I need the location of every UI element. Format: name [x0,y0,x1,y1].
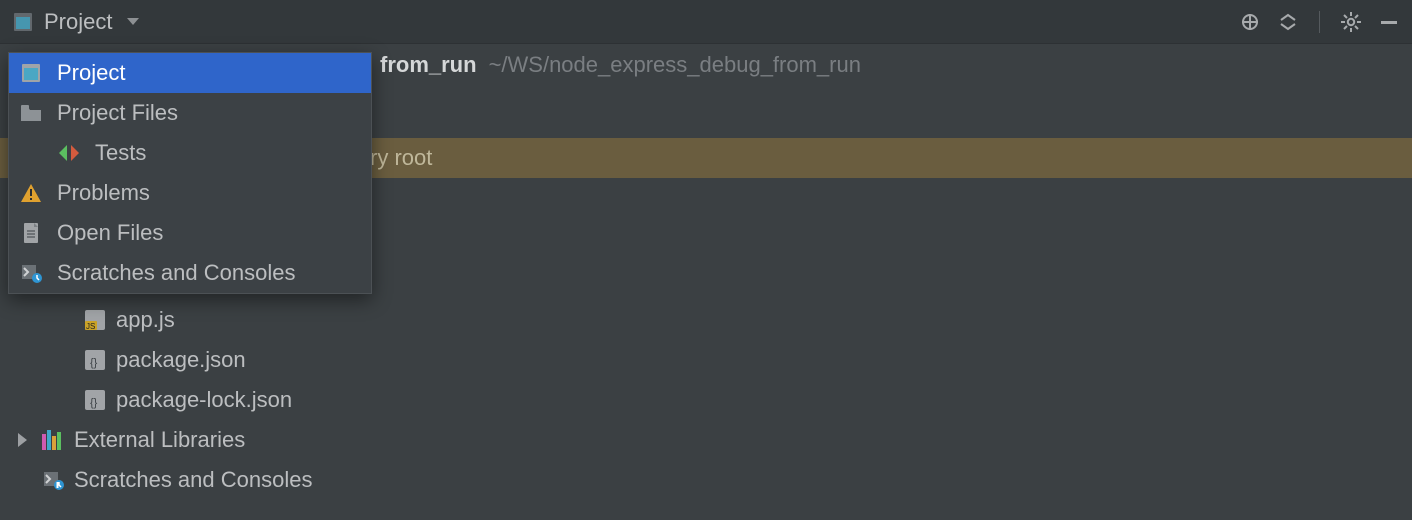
external-libraries-label: External Libraries [74,427,245,453]
dropdown-item-label: Problems [57,180,150,206]
project-path: ~/WS/node_express_debug_from_run [489,52,861,78]
project-tree: JS app.js {} package.json {} package-loc… [0,300,1412,500]
svg-text:{}: {} [90,357,98,369]
file-label: package.json [116,347,246,373]
chevron-down-icon [122,11,144,33]
hide-icon[interactable] [1378,11,1400,33]
collapse-all-icon[interactable] [1277,11,1299,33]
dropdown-item-problems[interactable]: Problems [9,173,371,213]
dropdown-item-label: Scratches and Consoles [57,260,295,286]
tool-window-header: Project [0,0,1412,44]
json-file-icon: {} [84,349,106,371]
file-label: package-lock.json [116,387,292,413]
dropdown-item-label: Open Files [57,220,163,246]
project-window-icon [19,62,43,84]
folder-icon [19,102,43,124]
project-name-suffix: from_run [380,52,477,78]
tests-icon [57,142,81,164]
dropdown-item-scratches[interactable]: Scratches and Consoles [9,253,371,293]
dropdown-item-open-files[interactable]: Open Files [9,213,371,253]
view-select-dropdown: Project Project Files Tests Problems Ope… [8,52,372,294]
view-switcher-label: Project [44,9,112,35]
file-row[interactable]: JS app.js [0,300,1412,340]
dropdown-item-label: Project [57,60,125,86]
file-label: app.js [116,307,175,333]
divider [1319,11,1320,33]
library-root-text: ry root [370,145,432,171]
scratches-row[interactable]: Scratches and Consoles [0,460,1412,500]
dropdown-item-label: Tests [95,140,146,166]
json-file-icon: {} [84,389,106,411]
file-row[interactable]: {} package.json [0,340,1412,380]
dropdown-item-label: Project Files [57,100,178,126]
project-window-icon [12,11,34,33]
dropdown-item-project-files[interactable]: Project Files [9,93,371,133]
scratches-icon [19,262,43,284]
gear-icon[interactable] [1340,11,1362,33]
file-row[interactable]: {} package-lock.json [0,380,1412,420]
scratches-label: Scratches and Consoles [74,467,312,493]
libraries-icon [42,429,64,451]
dropdown-item-tests[interactable]: Tests [9,133,371,173]
chevron-right-icon [14,433,32,447]
js-file-icon: JS [84,309,106,331]
scratches-icon [42,469,64,491]
open-files-icon [19,222,43,244]
svg-text:{}: {} [90,397,98,409]
dropdown-item-project[interactable]: Project [9,53,371,93]
select-opened-file-icon[interactable] [1239,11,1261,33]
view-switcher[interactable]: Project [12,9,144,35]
svg-text:JS: JS [86,322,95,330]
problems-icon [19,182,43,204]
external-libraries-row[interactable]: External Libraries [0,420,1412,460]
